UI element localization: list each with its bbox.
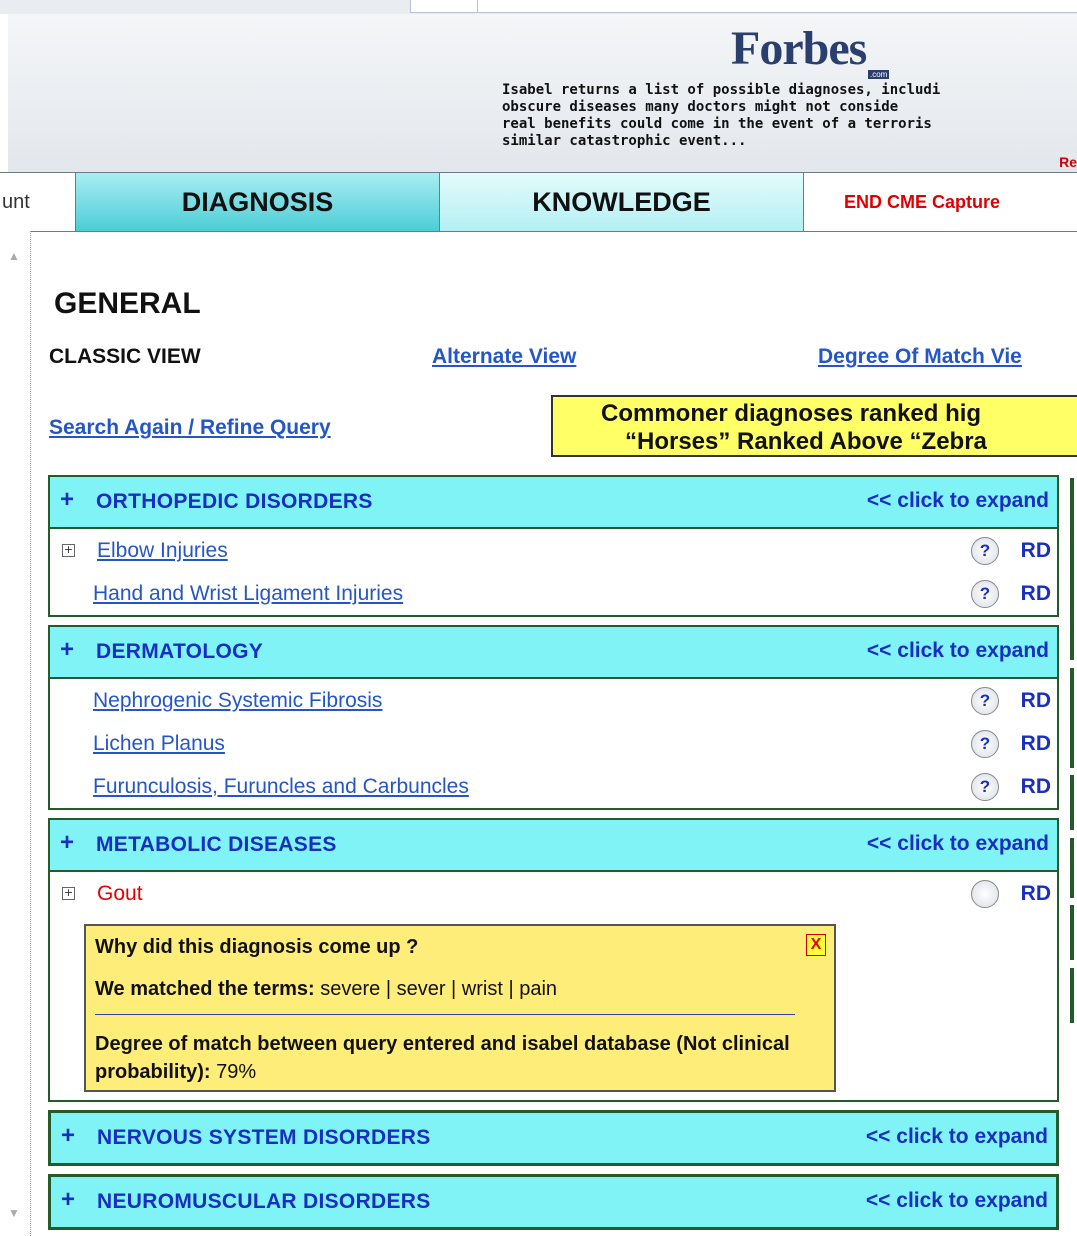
banner-read-more-link[interactable]: Re xyxy=(1059,154,1077,170)
ranking-note: Commoner diagnoses ranked hig “Horses” R… xyxy=(551,395,1077,457)
tree-expand-icon[interactable]: + xyxy=(62,887,75,900)
plus-icon: + xyxy=(60,486,75,513)
scroll-down-icon[interactable]: ▼ xyxy=(8,1206,20,1220)
group-neuromuscular-disorders: + NEUROMUSCULAR DISORDERS << click to ex… xyxy=(48,1174,1059,1230)
help-icon[interactable]: ? xyxy=(971,537,999,565)
banner-quote: Isabel returns a list of possible diagno… xyxy=(502,82,941,149)
expand-link[interactable]: << click to expand xyxy=(867,639,1049,663)
degree-of-match: Degree of match between query entered an… xyxy=(95,1033,790,1083)
left-scrollbar[interactable]: ▲ xyxy=(0,231,31,1236)
why-popup-title: Why did this diagnosis come up ? xyxy=(95,936,419,958)
expand-link[interactable]: << click to expand xyxy=(866,1125,1048,1149)
right-frame-edge xyxy=(1070,905,1074,960)
nav-tab-diagnosis[interactable]: DIAGNOSIS xyxy=(76,173,440,231)
group-header[interactable]: + ORTHOPEDIC DISORDERS << click to expan… xyxy=(50,477,1057,529)
group-orthopedic-disorders: + ORTHOPEDIC DISORDERS << click to expan… xyxy=(48,475,1059,617)
classic-view-label: CLASSIC VIEW xyxy=(49,345,201,368)
diagnosis-link[interactable]: Elbow Injuries xyxy=(97,539,228,563)
browser-tab[interactable] xyxy=(410,0,478,13)
nav-tab-end-cme-capture[interactable]: END CME Capture xyxy=(804,173,1077,231)
help-icon[interactable]: ? xyxy=(971,773,999,801)
rd-link[interactable]: RD xyxy=(1021,582,1051,606)
rd-link[interactable]: RD xyxy=(1021,689,1051,713)
empty-circle-icon[interactable] xyxy=(971,880,999,908)
ranking-note-line-1: Commoner diagnoses ranked hig xyxy=(601,400,982,427)
main-nav: unt DIAGNOSIS KNOWLEDGE END CME Capture xyxy=(0,172,1077,232)
list-item: + Gout RD xyxy=(50,872,1057,915)
alternate-view-link[interactable]: Alternate View xyxy=(432,345,576,369)
group-title[interactable]: NEUROMUSCULAR DISORDERS xyxy=(97,1190,431,1214)
page-title: GENERAL xyxy=(54,287,201,320)
expand-link[interactable]: << click to expand xyxy=(866,1189,1048,1213)
forbes-logo-suffix: .com xyxy=(868,70,890,79)
group-metabolic-diseases: + METABOLIC DISEASES << click to expand … xyxy=(48,818,1059,1102)
help-icon[interactable]: ? xyxy=(971,580,999,608)
list-item: + Elbow Injuries ? RD xyxy=(50,529,1057,572)
list-item: Lichen Planus ? RD xyxy=(50,722,1057,765)
search-again-link[interactable]: Search Again / Refine Query xyxy=(49,416,331,440)
list-item: Furunculosis, Furuncles and Carbuncles ?… xyxy=(50,765,1057,808)
browser-top-strip xyxy=(0,0,1077,14)
group-title[interactable]: NERVOUS SYSTEM DISORDERS xyxy=(97,1126,431,1150)
expand-link[interactable]: << click to expand xyxy=(867,832,1049,856)
group-header[interactable]: + NEUROMUSCULAR DISORDERS << click to ex… xyxy=(51,1177,1056,1227)
forbes-logo: Forbes xyxy=(731,22,867,75)
divider xyxy=(95,1014,795,1015)
right-frame-edge xyxy=(1070,668,1074,768)
rd-link[interactable]: RD xyxy=(1021,539,1051,563)
help-icon[interactable]: ? xyxy=(971,687,999,715)
plus-icon: + xyxy=(61,1186,76,1213)
browser-address-area xyxy=(478,0,1077,13)
plus-icon: + xyxy=(61,1122,76,1149)
group-header[interactable]: + DERMATOLOGY << click to expand xyxy=(50,627,1057,679)
expand-link[interactable]: << click to expand xyxy=(867,489,1049,513)
diagnosis-link[interactable]: Hand and Wrist Ligament Injuries xyxy=(93,582,403,606)
close-icon[interactable]: X xyxy=(806,934,826,956)
rd-link[interactable]: RD xyxy=(1021,732,1051,756)
group-header[interactable]: + METABOLIC DISEASES << click to expand xyxy=(50,820,1057,872)
list-item: Nephrogenic Systemic Fibrosis ? RD xyxy=(50,679,1057,722)
group-header[interactable]: + NERVOUS SYSTEM DISORDERS << click to e… xyxy=(51,1113,1056,1163)
diagnosis-link[interactable]: Lichen Planus xyxy=(93,732,225,756)
right-frame-edge xyxy=(1070,968,1074,1023)
rd-link[interactable]: RD xyxy=(1021,775,1051,799)
scroll-up-icon[interactable]: ▲ xyxy=(8,249,20,263)
plus-icon: + xyxy=(60,829,75,856)
rd-link[interactable]: RD xyxy=(1021,882,1051,906)
group-dermatology: + DERMATOLOGY << click to expand Nephrog… xyxy=(48,625,1059,810)
ranking-note-line-2: “Horses” Ranked Above “Zebra xyxy=(625,428,987,455)
right-frame-edge xyxy=(1070,775,1074,830)
group-title[interactable]: METABOLIC DISEASES xyxy=(96,833,337,857)
why-diagnosis-popup: Why did this diagnosis come up ? X We ma… xyxy=(84,924,836,1092)
right-frame-edge xyxy=(1070,838,1074,898)
nav-tab-knowledge[interactable]: KNOWLEDGE xyxy=(440,173,804,231)
matched-terms: We matched the terms: severe | sever | w… xyxy=(95,978,558,1000)
diagnosis-link[interactable]: Furunculosis, Furuncles and Carbuncles xyxy=(93,775,469,799)
plus-icon: + xyxy=(60,636,75,663)
diagnosis-link[interactable]: Nephrogenic Systemic Fibrosis xyxy=(93,689,382,713)
diagnosis-link-gout[interactable]: Gout xyxy=(97,882,143,906)
nav-tab-account[interactable]: unt xyxy=(0,173,76,231)
group-nervous-system-disorders: + NERVOUS SYSTEM DISORDERS << click to e… xyxy=(48,1110,1059,1166)
list-item: Hand and Wrist Ligament Injuries ? RD xyxy=(50,572,1057,615)
degree-of-match-view-link[interactable]: Degree Of Match Vie xyxy=(818,345,1022,369)
forbes-banner[interactable]: Forbes .com Isabel returns a list of pos… xyxy=(8,14,1077,172)
tree-expand-icon[interactable]: + xyxy=(62,544,75,557)
help-icon[interactable]: ? xyxy=(971,730,999,758)
group-title[interactable]: ORTHOPEDIC DISORDERS xyxy=(96,490,373,514)
right-frame-edge xyxy=(1070,478,1074,660)
group-title[interactable]: DERMATOLOGY xyxy=(96,640,263,664)
